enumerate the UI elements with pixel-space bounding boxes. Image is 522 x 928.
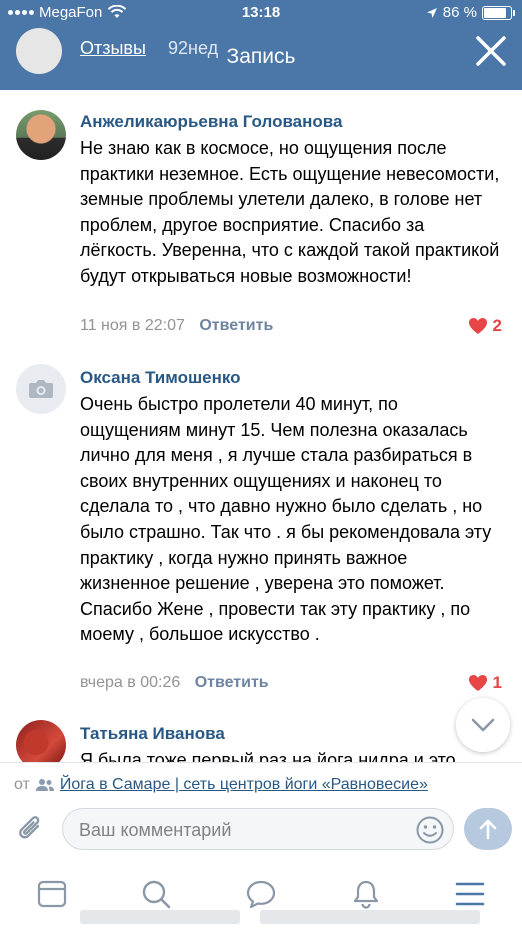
comment-meta: 11 ноя в 22:07 Ответить bbox=[80, 317, 273, 335]
chevron-down-icon bbox=[471, 718, 495, 732]
post-source: от Йога в Самаре | сеть центров йоги «Ра… bbox=[0, 762, 522, 808]
send-button[interactable] bbox=[464, 808, 512, 850]
comment-text: Очень быстро пролетели 40 минут, по ощущ… bbox=[80, 394, 492, 645]
like-button[interactable]: 1 bbox=[468, 673, 502, 693]
like-count: 2 bbox=[492, 316, 502, 335]
like-button[interactable]: 2 bbox=[468, 316, 502, 336]
comment-author[interactable]: Оксана Тимошенко bbox=[80, 368, 241, 388]
reply-button[interactable]: Ответить bbox=[195, 674, 269, 691]
battery-fill bbox=[484, 7, 507, 18]
page-title: Запись bbox=[226, 45, 296, 68]
avatar[interactable] bbox=[16, 364, 66, 414]
close-button[interactable] bbox=[470, 30, 512, 72]
like-count: 1 bbox=[492, 673, 502, 692]
comment-text: Не знаю как в космосе, но ощущения после… bbox=[80, 138, 500, 286]
paperclip-icon bbox=[19, 816, 40, 839]
status-bar: MegaFon 13:18 86 % bbox=[0, 0, 522, 28]
community-icon bbox=[35, 779, 54, 791]
comment-date: вчера в 00:26 bbox=[80, 674, 181, 691]
comment-author[interactable]: Татьяна Иванова bbox=[80, 724, 225, 744]
top-header: MegaFon 13:18 86 % Отзывы 92нед Запись bbox=[0, 0, 522, 90]
avatar[interactable] bbox=[16, 110, 66, 160]
heart-icon bbox=[468, 318, 487, 334]
close-icon bbox=[476, 36, 506, 66]
source-prefix: от bbox=[14, 776, 30, 793]
source-line: от Йога в Самаре | сеть центров йоги «Ра… bbox=[14, 776, 428, 794]
reply-button[interactable]: Ответить bbox=[199, 317, 273, 334]
comment-meta: вчера в 00:26 Ответить bbox=[80, 674, 269, 692]
avatar[interactable] bbox=[16, 720, 66, 762]
scroll-down-button[interactable] bbox=[456, 698, 510, 752]
location-arrow-icon bbox=[426, 7, 437, 18]
attach-button[interactable] bbox=[12, 810, 50, 848]
comments-list: Анжеликаюрьевна Голованова Не знаю как в… bbox=[0, 90, 522, 762]
comment-composer bbox=[0, 808, 522, 850]
emoji-button[interactable] bbox=[415, 815, 445, 845]
comment-input-box[interactable] bbox=[62, 808, 454, 850]
battery-percent: 86 % bbox=[442, 4, 477, 21]
arrow-up-icon bbox=[479, 819, 497, 840]
smile-icon bbox=[416, 816, 444, 844]
comment-input[interactable] bbox=[79, 817, 409, 843]
comment-text: Я была тоже первый раз на йога нидра и э… bbox=[80, 750, 456, 762]
battery-icon bbox=[482, 5, 515, 20]
background-ghost-text bbox=[0, 904, 522, 928]
comment-author[interactable]: Анжеликаюрьевна Голованова bbox=[80, 112, 342, 132]
camera-icon bbox=[29, 380, 53, 398]
comment-date: 11 ноя в 22:07 bbox=[80, 317, 185, 334]
status-right: 86 % bbox=[426, 4, 515, 21]
heart-icon bbox=[468, 675, 487, 691]
source-community-link[interactable]: Йога в Самаре | сеть центров йоги «Равно… bbox=[60, 776, 428, 794]
